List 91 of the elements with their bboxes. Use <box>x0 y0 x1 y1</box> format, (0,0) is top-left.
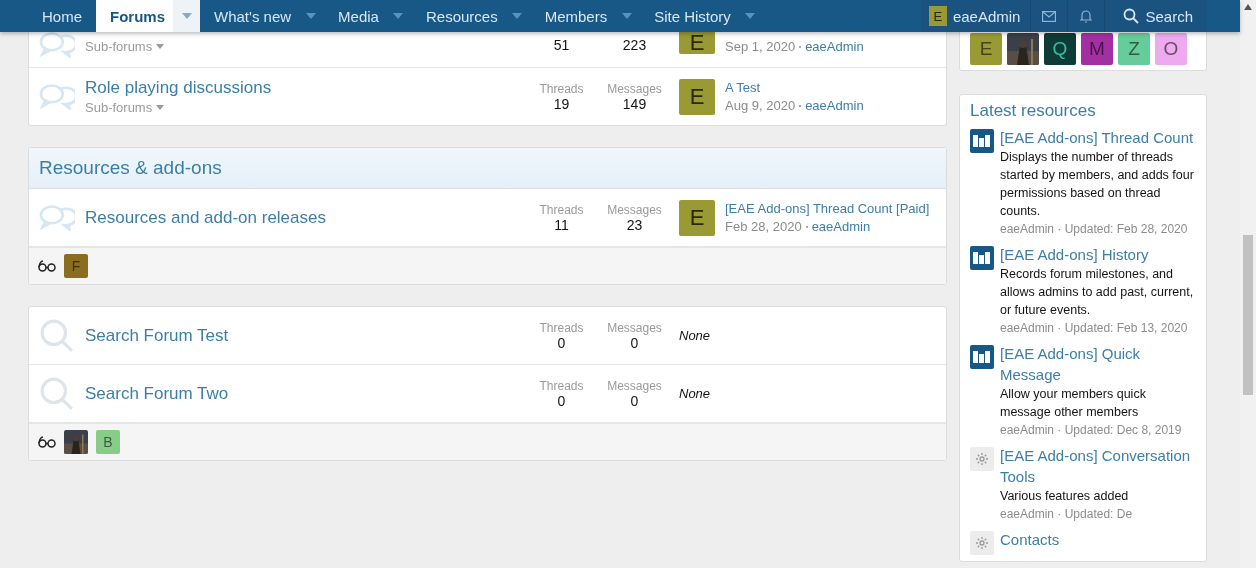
user-avatar[interactable]: E <box>679 78 715 115</box>
user-avatar[interactable]: Q <box>1044 33 1076 65</box>
stat-label: Messages <box>607 378 662 393</box>
resource-meta: eaeAdmin · Updated: Feb 28, 2020 <box>1000 221 1189 238</box>
search-button[interactable]: Search <box>1105 0 1207 32</box>
resource-description: Various features added <box>1000 488 1130 505</box>
user-avatar[interactable]: Z <box>1118 33 1150 65</box>
user-avatar[interactable]: O <box>1155 33 1187 65</box>
caret-icon[interactable] <box>393 13 404 19</box>
no-last-post: None <box>679 386 711 401</box>
stat-label: Messages <box>607 320 662 335</box>
glasses-icon <box>38 436 56 448</box>
post-date: Feb 28, 2020 <box>725 219 802 234</box>
username-link[interactable]: eaeAdmin <box>811 219 871 234</box>
gear-icon <box>970 447 994 471</box>
caret-icon[interactable] <box>181 13 192 19</box>
subforums-toggle[interactable]: Sub-forums <box>85 39 525 54</box>
resource-meta: eaeAdmin · Updated: Dec 8, 2019 <box>1000 422 1183 439</box>
forum-title[interactable]: Resources and add-on releases <box>85 207 525 228</box>
resource-title[interactable]: [EAE Add-ons] Quick Message <box>1000 343 1196 385</box>
logo-icon <box>970 345 994 369</box>
search-icon <box>1123 8 1140 24</box>
message-count: 23 <box>626 216 643 233</box>
message-count: 223 <box>622 36 647 53</box>
scrollbar-thumb[interactable] <box>1243 235 1253 395</box>
glasses-icon <box>38 260 56 272</box>
logo-icon <box>970 129 994 153</box>
user-avatar[interactable]: B <box>96 430 120 454</box>
last-post-title[interactable]: [EAE Add-ons] Thread Count [Paid] <box>725 201 930 216</box>
user-avatar[interactable]: E <box>970 33 1002 65</box>
chat-bubbles-icon <box>39 204 75 231</box>
caret-icon[interactable] <box>512 13 523 19</box>
stat-label: Threads <box>539 81 584 96</box>
last-post-title[interactable]: A Test <box>725 80 864 95</box>
subforums-toggle[interactable]: Sub-forums <box>85 100 525 115</box>
thread-count: 19 <box>553 95 570 112</box>
chat-bubbles-icon <box>39 31 75 58</box>
user-avatar[interactable]: E <box>679 32 715 54</box>
nav-tab[interactable]: Forums <box>96 0 201 32</box>
card-title: Latest resources <box>970 101 1097 121</box>
message-count: 0 <box>630 392 639 409</box>
stat-label: Threads <box>539 378 584 393</box>
resource-title[interactable]: [EAE Add-ons] Conversation Tools <box>1000 445 1196 487</box>
forum-title[interactable]: Search Forum Two <box>85 383 525 404</box>
username-link[interactable]: eaeAdmin <box>805 98 864 113</box>
resource-description: Displays the number of threads started by members, and adds four permissions based on thread counts. <box>1000 149 1195 220</box>
thread-count: 51 <box>553 36 570 53</box>
post-date: Sep 1, 2020 <box>725 39 796 54</box>
thread-count: 0 <box>557 392 566 409</box>
nav-tab[interactable]: Members <box>530 0 641 32</box>
chat-bubbles-icon <box>39 83 75 110</box>
search-icon <box>40 376 74 411</box>
resource-title[interactable]: Contacts <box>1000 529 1060 550</box>
forum-title[interactable]: Search Forum Test <box>85 325 525 346</box>
thread-count: 11 <box>554 216 569 233</box>
resource-title[interactable]: [EAE Add-ons] History <box>1000 244 1196 265</box>
user-avatar[interactable]: M <box>1081 33 1113 65</box>
username-link[interactable]: eaeAdmin <box>805 39 864 54</box>
nav-tab[interactable]: Home <box>28 0 96 32</box>
nav-tab[interactable]: Media <box>324 0 412 32</box>
caret-icon[interactable] <box>621 13 632 19</box>
message-count: 0 <box>630 334 639 351</box>
caret-icon[interactable] <box>745 13 756 19</box>
nav-tab[interactable]: Site History <box>640 0 764 32</box>
resource-description: Allow your members quick message other members <box>1000 386 1147 421</box>
gear-icon <box>970 531 994 555</box>
post-date: Aug 9, 2020 <box>725 98 796 113</box>
logo-icon <box>970 246 994 270</box>
resource-meta: eaeAdmin · Updated: Feb 13, 2020 <box>1000 320 1189 337</box>
caret-icon <box>156 44 165 49</box>
category-title[interactable]: Resources & add-ons <box>29 148 946 189</box>
message-count: 149 <box>622 95 647 112</box>
user-avatar[interactable]: F <box>64 254 88 278</box>
no-last-post: None <box>679 328 711 343</box>
search-icon <box>40 318 74 353</box>
stat-label: Messages <box>607 81 662 96</box>
stat-label: Messages <box>607 202 662 217</box>
forum-title[interactable]: Role playing discussions <box>85 78 525 98</box>
user-avatar: E <box>928 6 947 26</box>
stat-label: Threads <box>539 202 584 217</box>
user-avatar[interactable]: E <box>679 199 715 236</box>
caret-icon <box>156 105 165 110</box>
nav-tab[interactable]: Resources <box>411 0 531 32</box>
caret-icon[interactable] <box>305 13 316 19</box>
stat-label: Threads <box>539 320 584 335</box>
thread-count: 0 <box>557 334 566 351</box>
nav-tab[interactable]: What's new <box>200 0 325 32</box>
scroll-up-arrow-icon[interactable] <box>1244 4 1252 10</box>
resource-meta: eaeAdmin · Updated: De <box>1000 506 1134 523</box>
resource-title[interactable]: [EAE Add-ons] Thread Count <box>1000 127 1196 148</box>
resource-description: Records forum milestones, and allows admins to add past, current, or future events. <box>1000 266 1195 319</box>
